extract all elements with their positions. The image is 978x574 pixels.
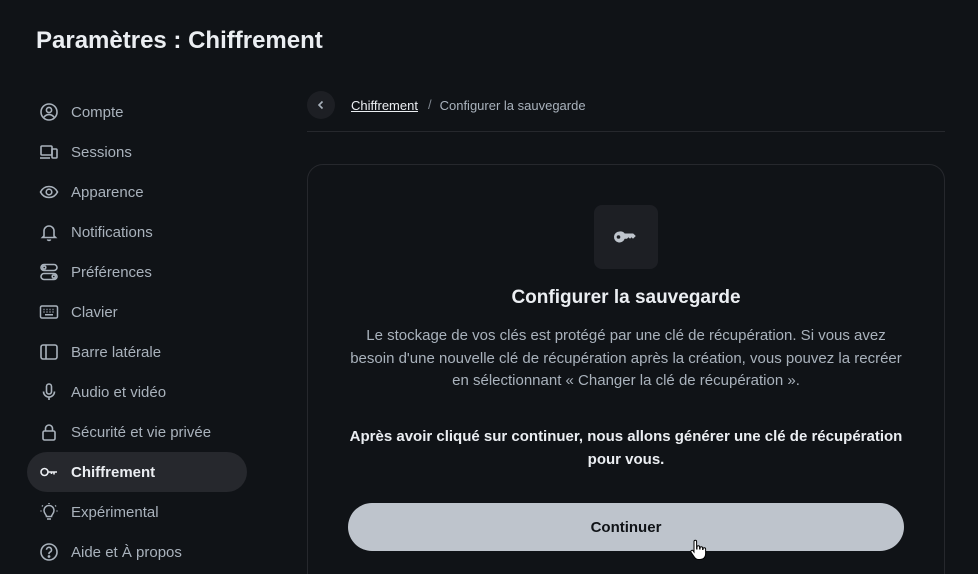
sidebar-item-label: Expérimental <box>71 503 159 521</box>
help-icon <box>39 542 59 562</box>
sidebar-item-securite[interactable]: Sécurité et vie privée <box>27 412 247 452</box>
settings-page: Paramètres : Chiffrement Compte Sessions… <box>0 0 978 574</box>
sidebar-item-aide[interactable]: Aide et À propos <box>27 532 247 572</box>
eye-icon <box>39 182 59 202</box>
sidebar-item-label: Audio et vidéo <box>71 383 167 401</box>
sidebar-item-apparence[interactable]: Apparence <box>27 172 247 212</box>
sidebar-item-audio-video[interactable]: Audio et vidéo <box>27 372 247 412</box>
keyboard-icon <box>39 302 59 322</box>
chevron-left-icon <box>317 100 324 110</box>
sidebar-item-barre-laterale[interactable]: Barre latérale <box>27 332 247 372</box>
breadcrumb-current: Configurer la sauvegarde <box>439 98 586 113</box>
sidebar-item-clavier[interactable]: Clavier <box>27 292 247 332</box>
page-title-section: Chiffrement <box>188 27 323 54</box>
key-icon <box>614 231 636 243</box>
devices-icon <box>39 142 59 162</box>
back-button[interactable] <box>307 91 335 119</box>
user-icon <box>39 102 59 122</box>
page-title: Paramètres : Chiffrement <box>36 26 323 56</box>
sidebar-item-label: Aide et À propos <box>71 543 182 561</box>
key-icon-tile <box>594 205 658 269</box>
toggles-icon <box>39 262 59 282</box>
setup-backup-card: Configurer la sauvegarde Le stockage de … <box>307 164 945 574</box>
microphone-icon <box>39 382 59 402</box>
bell-icon <box>39 222 59 242</box>
continue-button[interactable]: Continuer <box>348 503 904 551</box>
breadcrumb: Chiffrement / Configurer la sauvegarde <box>307 91 945 132</box>
card-description: Le stockage de vos clés est protégé par … <box>350 327 902 389</box>
sidebar-item-label: Barre latérale <box>71 343 162 361</box>
sidebar-item-label: Notifications <box>71 223 153 241</box>
sidebar-item-label: Apparence <box>71 183 144 201</box>
breadcrumb-separator: / <box>427 97 432 112</box>
sidebar-item-label: Sessions <box>71 143 132 161</box>
card-note: Après avoir cliqué sur continuer, nous a… <box>349 428 903 468</box>
sidebar-item-chiffrement[interactable]: Chiffrement <box>27 452 247 492</box>
sidebar-item-label: Sécurité et vie privée <box>71 423 212 441</box>
sidebar-item-label: Chiffrement <box>71 463 156 481</box>
sidebar-item-notifications[interactable]: Notifications <box>27 212 247 252</box>
breadcrumb-parent-link[interactable]: Chiffrement <box>351 98 418 113</box>
sidebar-item-experimental[interactable]: Expérimental <box>27 492 247 532</box>
sidebar-item-sessions[interactable]: Sessions <box>27 132 247 172</box>
key-icon <box>39 462 59 482</box>
sidebar-icon <box>39 342 59 362</box>
hand-cursor-icon <box>690 539 707 560</box>
card-title: Configurer la sauvegarde <box>511 287 741 308</box>
sidebar-item-compte[interactable]: Compte <box>27 92 247 132</box>
sidebar-item-label: Clavier <box>71 303 118 321</box>
sidebar-item-label: Préférences <box>71 263 152 281</box>
sidebar-item-label: Compte <box>71 103 124 121</box>
page-title-prefix: Paramètres : <box>36 27 182 54</box>
settings-sidebar: Compte Sessions Apparence Notifications … <box>27 92 247 572</box>
lightbulb-icon <box>39 502 59 522</box>
sidebar-item-preferences[interactable]: Préférences <box>27 252 247 292</box>
lock-icon <box>39 422 59 442</box>
